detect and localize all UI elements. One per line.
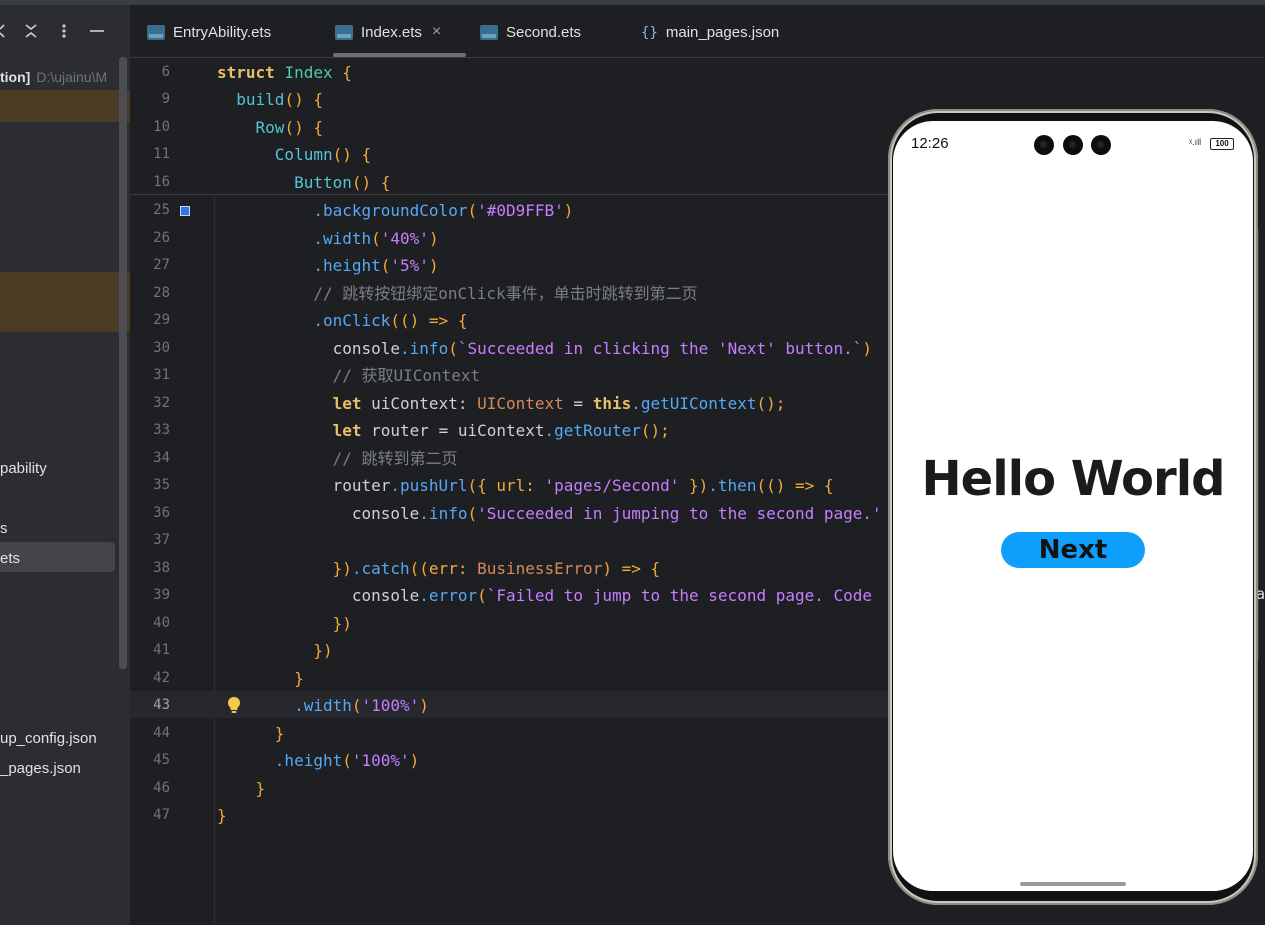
- line-number: 27: [153, 257, 170, 273]
- camera-icon: [1034, 135, 1054, 155]
- status-time: 12:26: [911, 135, 949, 152]
- line-number: 41: [153, 642, 170, 658]
- tab-main-pages[interactable]: {} main_pages.json: [641, 20, 779, 44]
- ets-file-icon: [480, 24, 498, 40]
- line-number: 40: [153, 615, 170, 631]
- project-root-path: D:\ujainu\M: [36, 69, 108, 85]
- tab-label: EntryAbility.ets: [173, 23, 272, 41]
- close-icon[interactable]: ×: [432, 23, 441, 41]
- tree-item-entryability[interactable]: pability: [0, 460, 47, 477]
- tab-label: Second.ets: [506, 23, 582, 41]
- tree-item-main-pages[interactable]: _pages.json: [0, 760, 81, 777]
- line-number: 33: [153, 422, 170, 438]
- collapse-icon[interactable]: [21, 21, 41, 41]
- indent-guide: [214, 195, 215, 925]
- line-number: 47: [153, 807, 170, 823]
- home-indicator[interactable]: [1020, 882, 1126, 886]
- line-number: 26: [153, 230, 170, 246]
- line-number: 10: [153, 119, 170, 135]
- project-scrollbar[interactable]: [119, 57, 127, 669]
- next-button[interactable]: Next: [1001, 532, 1145, 568]
- line-number: 36: [153, 505, 170, 521]
- camera-icon: [1063, 135, 1083, 155]
- line-number: 29: [153, 312, 170, 328]
- project-panel: tion] D:\ujainu\M pability s ets up_confi…: [0, 5, 130, 925]
- line-number: 46: [153, 780, 170, 796]
- hide-icon[interactable]: [87, 21, 107, 41]
- json-file-icon: {}: [641, 24, 658, 41]
- signal-icon: ᵡ.ıll: [1189, 137, 1202, 147]
- device-screen[interactable]: 12:26 ᵡ.ıll 100 Hello World Next: [893, 121, 1253, 891]
- editor-tabs: EntryAbility.ets Index.ets × Second.ets …: [130, 5, 1265, 58]
- camera-icon: [1091, 135, 1111, 155]
- tab-second[interactable]: Second.ets: [480, 20, 581, 44]
- project-root-node[interactable]: tion] D:\ujainu\M: [0, 69, 107, 85]
- line-number: 37: [153, 532, 170, 548]
- line-number: 43: [153, 697, 170, 713]
- project-root-name: tion]: [0, 69, 31, 85]
- line-number: 30: [153, 340, 170, 356]
- ets-file-icon: [147, 24, 165, 40]
- more-icon[interactable]: [54, 21, 74, 41]
- line-number: 11: [153, 146, 170, 162]
- expand-icon[interactable]: [0, 21, 8, 41]
- line-number: 25: [153, 202, 170, 218]
- color-swatch-icon[interactable]: [180, 206, 190, 216]
- line-number: 38: [153, 560, 170, 576]
- line-number: 32: [153, 395, 170, 411]
- tree-item-index-ets[interactable]: ets: [0, 550, 20, 567]
- line-number: 45: [153, 752, 170, 768]
- line-number: 44: [153, 725, 170, 741]
- hello-world-text: Hello World: [921, 451, 1225, 507]
- line-number: 42: [153, 670, 170, 686]
- tree-item-pages[interactable]: s: [0, 520, 8, 537]
- project-toolbar: [0, 21, 120, 41]
- line-number: 34: [153, 450, 170, 466]
- tab-label: main_pages.json: [665, 23, 780, 41]
- line-number: 35: [153, 477, 170, 493]
- ets-file-icon: [335, 24, 353, 40]
- line-number: 39: [153, 587, 170, 603]
- line-number: 16: [153, 174, 170, 190]
- line-number: 6: [161, 64, 170, 80]
- line-number: 9: [161, 91, 170, 107]
- tree-item-backup-config[interactable]: up_config.json: [0, 730, 97, 747]
- active-tab-indicator: [333, 53, 466, 57]
- battery-icon: 100: [1210, 138, 1234, 150]
- tab-entryability[interactable]: EntryAbility.ets: [147, 20, 271, 44]
- tree-highlight: [0, 272, 130, 332]
- line-number: 31: [153, 367, 170, 383]
- tab-index[interactable]: Index.ets ×: [335, 20, 441, 44]
- line-number: 28: [153, 285, 170, 301]
- tree-highlight: [0, 90, 130, 122]
- tab-label: Index.ets: [361, 23, 422, 41]
